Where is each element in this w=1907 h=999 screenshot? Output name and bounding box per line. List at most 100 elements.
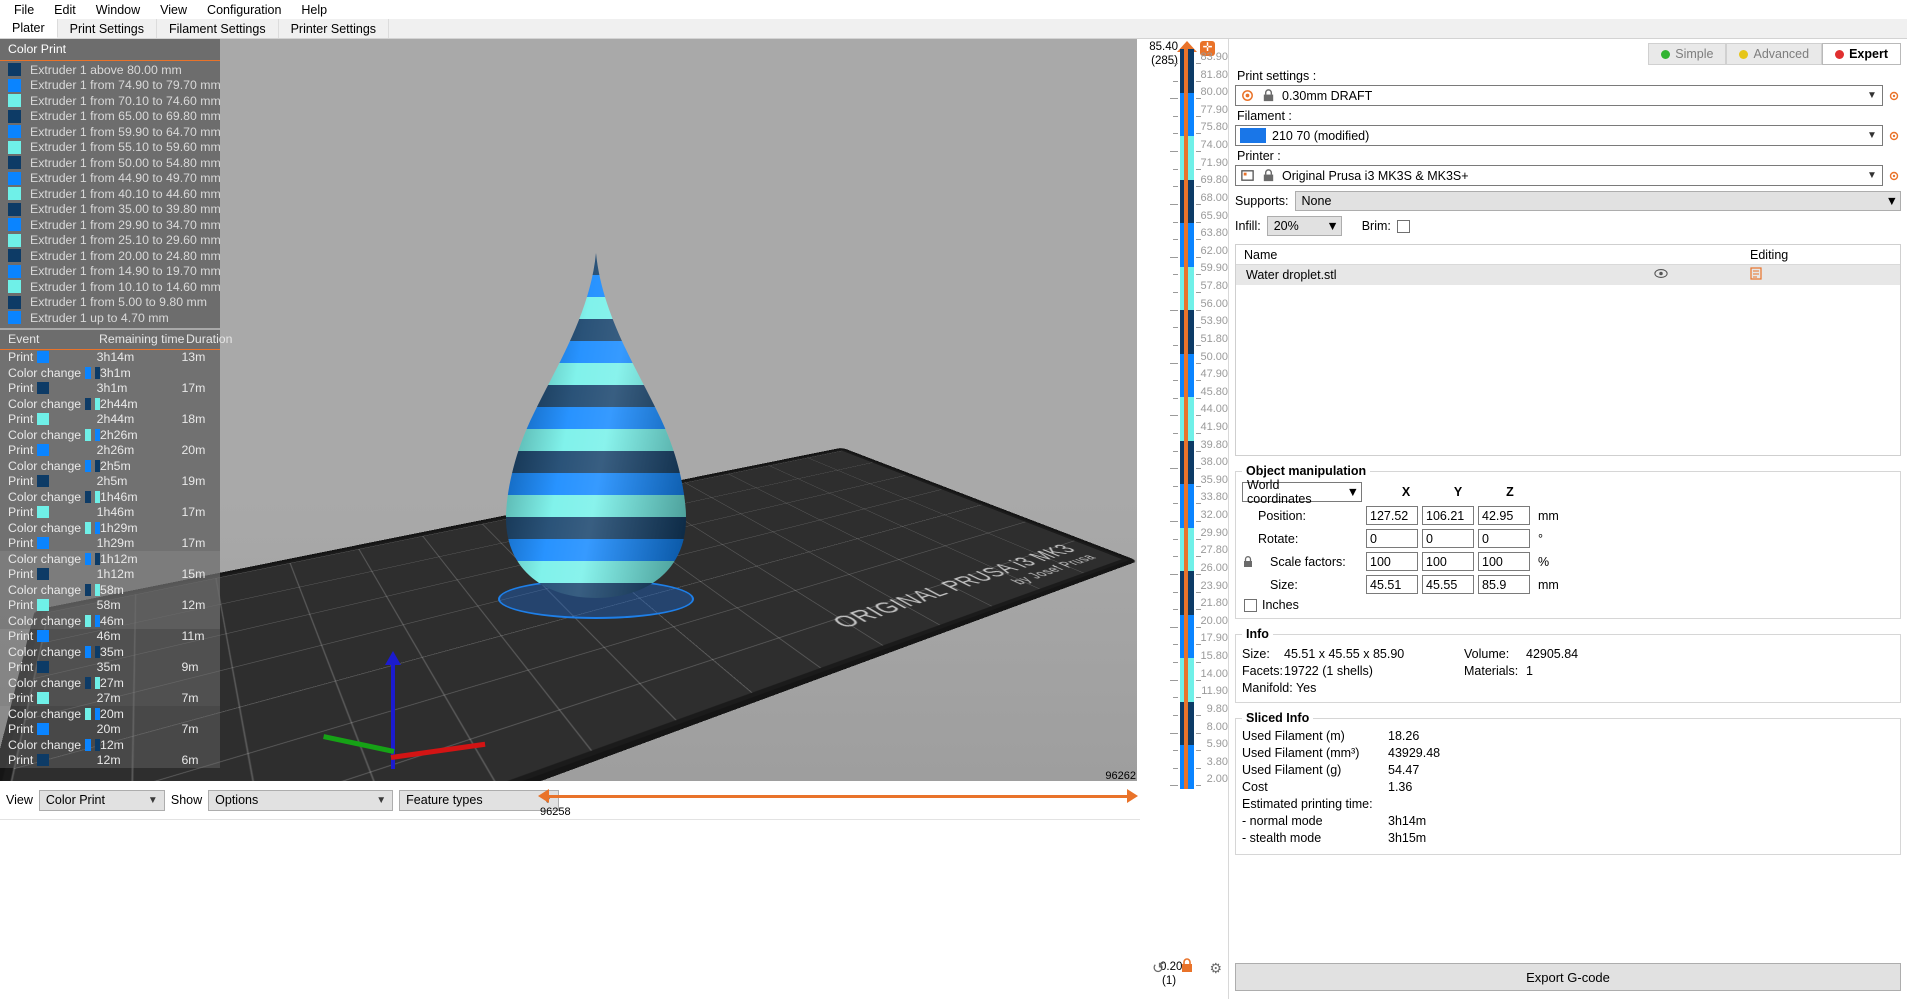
menu-item-edit[interactable]: Edit	[44, 2, 86, 18]
table-row[interactable]: Color change 46m	[0, 613, 220, 629]
table-row[interactable]: Print 1h46m 17m	[0, 505, 220, 521]
table-row[interactable]: Color change 2h44m	[0, 396, 220, 412]
show-options-select[interactable]: Options ▼	[208, 790, 393, 811]
tab-filament-settings[interactable]: Filament Settings	[157, 19, 279, 38]
layer-slider[interactable]: 85.40 (285) ✛ 83.90 81.80 80.00 77.90 75.80 7…	[1140, 39, 1228, 999]
tab-printer-settings[interactable]: Printer Settings	[279, 19, 389, 38]
table-row[interactable]: Color change 1h29m	[0, 520, 220, 536]
table-row[interactable]: Print 20m 7m	[0, 722, 220, 738]
event-type-cell: Color change	[0, 676, 100, 690]
table-row[interactable]: Color change 1h46m	[0, 489, 220, 505]
inches-checkbox[interactable]	[1244, 599, 1257, 612]
eye-icon[interactable]	[1654, 268, 1750, 282]
manipulation-input-z[interactable]: 100	[1478, 552, 1530, 571]
table-row[interactable]: Color change 12m	[0, 737, 220, 753]
tab-plater[interactable]: Plater	[0, 19, 58, 38]
legend-label: Extruder 1 from 55.10 to 59.60 mm	[30, 140, 221, 154]
event-color-swatch	[85, 615, 90, 627]
horizontal-move-slider[interactable]: 96262 96258	[538, 786, 1138, 816]
menu-item-view[interactable]: View	[150, 2, 197, 18]
view-mode-select[interactable]: Color Print ▼	[39, 790, 165, 811]
printer-settings-gear-icon[interactable]	[1887, 169, 1901, 183]
lock-glyph	[1180, 958, 1194, 973]
table-row[interactable]: Print 35m 9m	[0, 660, 220, 676]
table-row[interactable]: Color change 35m	[0, 644, 220, 660]
table-row[interactable]: Print 46m 11m	[0, 629, 220, 645]
table-row[interactable]: Print 3h14m 13m	[0, 350, 220, 366]
sliced-info-label: Estimated printing time:	[1242, 797, 1388, 814]
info-facets-row: Facets: 19722 (1 shells) Materials: 1	[1242, 662, 1894, 679]
edit-icon[interactable]	[1750, 267, 1900, 283]
event-color-swatch	[37, 413, 49, 425]
sliced-info-row: - stealth mode 3h15m	[1242, 831, 1894, 848]
manipulation-input-y[interactable]: 100	[1422, 552, 1474, 571]
menu-item-configuration[interactable]: Configuration	[197, 2, 291, 18]
table-row[interactable]: Color change 2h26m	[0, 427, 220, 443]
table-row[interactable]: Color change 58m	[0, 582, 220, 598]
uniform-scale-lock-icon[interactable]	[1242, 555, 1256, 568]
slider-track[interactable]	[546, 795, 1132, 798]
revert-icon[interactable]: ↺	[1152, 959, 1165, 977]
manipulation-input-x[interactable]: 0	[1366, 529, 1418, 548]
mode-button-simple[interactable]: Simple	[1648, 43, 1726, 65]
table-row[interactable]: Color change 3h1m	[0, 365, 220, 381]
table-row[interactable]: Print 2h5m 19m	[0, 474, 220, 490]
event-remaining-cell: 2h44m	[97, 412, 182, 426]
sliced-info-value: 18.26	[1388, 729, 1528, 746]
filament-settings-gear-icon[interactable]	[1887, 129, 1901, 143]
gear-icon[interactable]: ⚙	[1209, 960, 1222, 977]
table-row[interactable]: Color change 2h5m	[0, 458, 220, 474]
layer-tick-label: 56.00	[1200, 298, 1228, 310]
event-type-label: Color change	[8, 707, 81, 721]
print-settings-select[interactable]: 0.30mm DRAFT ▼	[1235, 85, 1883, 106]
menu-item-window[interactable]: Window	[86, 2, 150, 18]
manipulation-input-z[interactable]: 0	[1478, 529, 1530, 548]
layer-tick-mark	[1170, 98, 1178, 99]
legend-color-swatch	[8, 125, 21, 138]
layer-tick-labels: 83.90 81.80 80.00 77.90 75.80 74.00 71.90 69.80…	[1198, 43, 1228, 793]
manipulation-input-y[interactable]: 45.55	[1422, 575, 1474, 594]
slider-right-arrow-icon[interactable]	[1127, 789, 1138, 803]
table-row[interactable]: Print 1h29m 17m	[0, 536, 220, 552]
menu-item-help[interactable]: Help	[291, 2, 337, 18]
table-row[interactable]: Color change 1h12m	[0, 551, 220, 567]
table-row[interactable]: Print 58m 12m	[0, 598, 220, 614]
table-row[interactable]: Print 27m 7m	[0, 691, 220, 707]
coordinate-system-select[interactable]: World coordinates ▼	[1242, 482, 1362, 502]
print-profile-icon	[1240, 88, 1255, 103]
printer-select[interactable]: Original Prusa i3 MK3S & MK3S+ ▼	[1235, 165, 1883, 186]
table-row[interactable]: Print 1h12m 15m	[0, 567, 220, 583]
table-row[interactable]: Print 2h44m 18m	[0, 412, 220, 428]
manipulation-input-y[interactable]: 0	[1422, 529, 1474, 548]
manipulation-input-x[interactable]: 127.52	[1366, 506, 1418, 525]
table-row[interactable]: Print 3h1m 17m	[0, 381, 220, 397]
object-list-item[interactable]: Water droplet.stl	[1236, 265, 1900, 285]
layer-tick-mark	[1173, 63, 1178, 64]
event-type-label: Print	[8, 381, 33, 395]
menu-item-file[interactable]: File	[4, 2, 44, 18]
print-settings-gear-icon[interactable]	[1887, 89, 1901, 103]
mode-button-expert[interactable]: Expert	[1822, 43, 1901, 65]
legend-label: Extruder 1 from 35.00 to 39.80 mm	[30, 202, 221, 216]
lock-icon[interactable]	[1180, 958, 1194, 973]
table-row[interactable]: Color change 27m	[0, 675, 220, 691]
event-remaining-cell: 1h12m	[100, 552, 183, 566]
table-row[interactable]: Print 12m 6m	[0, 753, 220, 769]
manipulation-input-x[interactable]: 100	[1366, 552, 1418, 571]
feature-types-select[interactable]: Feature types ▼	[399, 790, 559, 811]
infill-select[interactable]: 20% ▼	[1267, 216, 1342, 236]
manipulation-input-x[interactable]: 45.51	[1366, 575, 1418, 594]
filament-select[interactable]: 210 70 (modified) ▼	[1235, 125, 1883, 146]
layer-slider-rail[interactable]	[1184, 49, 1188, 789]
manipulation-input-z[interactable]: 42.95	[1478, 506, 1530, 525]
manipulation-input-y[interactable]: 106.21	[1422, 506, 1474, 525]
mode-button-advanced[interactable]: Advanced	[1726, 43, 1822, 65]
brim-checkbox[interactable]	[1397, 220, 1410, 233]
supports-select[interactable]: None ▼	[1295, 191, 1901, 211]
droplet-model[interactable]	[506, 253, 686, 598]
table-row[interactable]: Color change 20m	[0, 706, 220, 722]
table-row[interactable]: Print 2h26m 20m	[0, 443, 220, 459]
export-gcode-button[interactable]: Export G-code	[1235, 963, 1901, 991]
tab-print-settings[interactable]: Print Settings	[58, 19, 157, 38]
manipulation-input-z[interactable]: 85.9	[1478, 575, 1530, 594]
